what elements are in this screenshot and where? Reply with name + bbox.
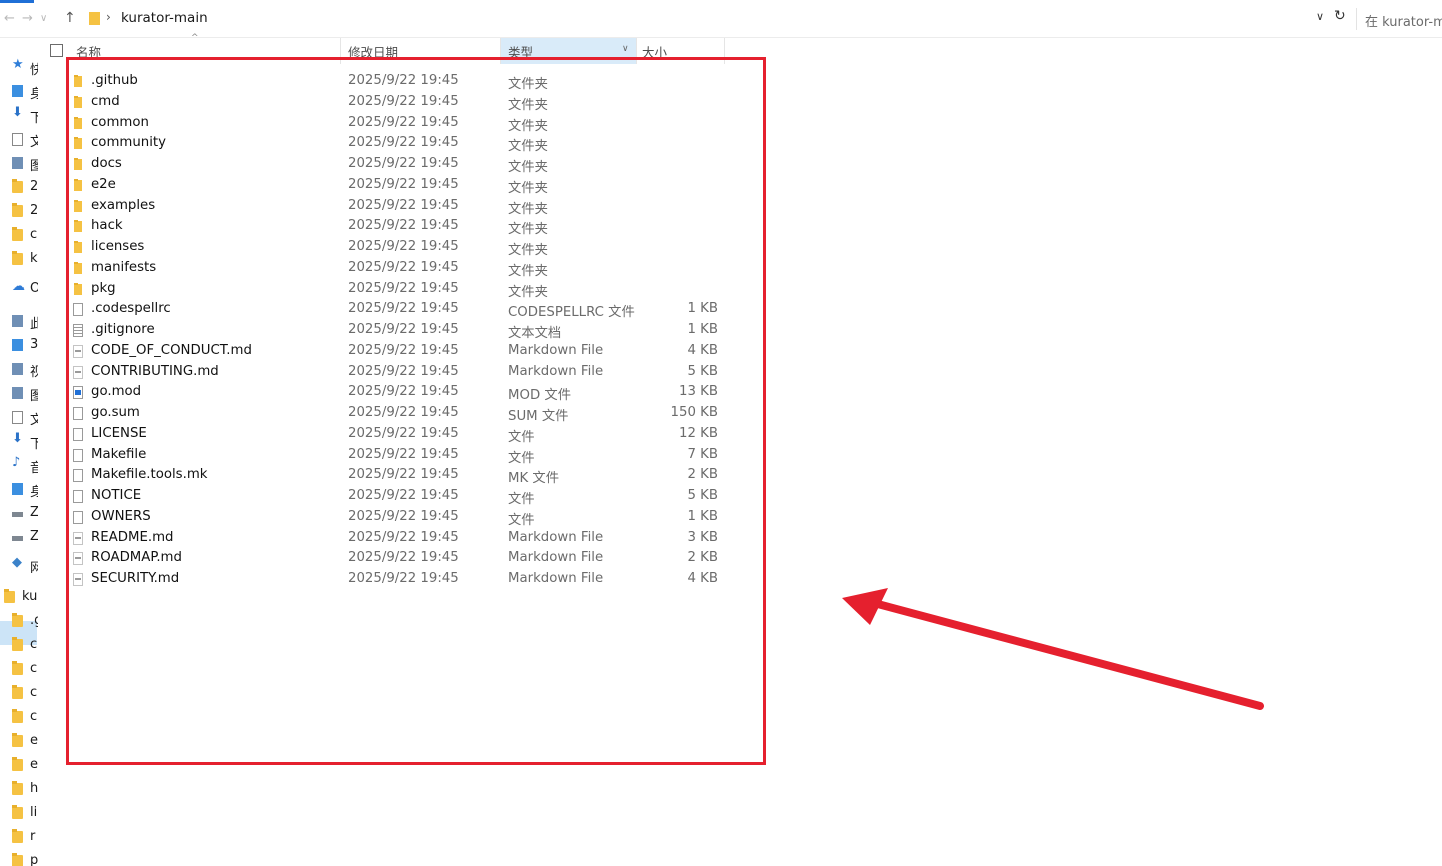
arrow-shaft xyxy=(870,599,1264,710)
annotation-arrow xyxy=(842,588,1264,710)
